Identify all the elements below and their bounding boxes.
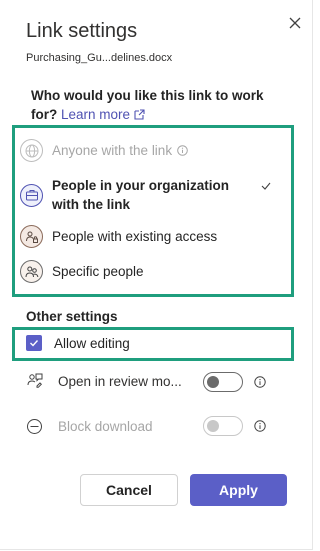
option-organization-label: People in your organization with the lin…	[52, 178, 230, 212]
option-anyone[interactable]: Anyone with the link	[20, 139, 280, 162]
allow-editing-checkbox[interactable]: Allow editing	[26, 335, 130, 351]
block-download-label: Block download	[58, 419, 153, 434]
info-icon[interactable]	[177, 145, 188, 156]
review-mode-toggle[interactable]	[203, 372, 243, 392]
review-icon	[27, 373, 43, 388]
other-settings-heading: Other settings	[26, 309, 118, 324]
file-name: Purchasing_Gu...delines.docx	[26, 52, 173, 64]
link-settings-panel: Link settings Purchasing_Gu...delines.do…	[0, 0, 313, 550]
external-link-icon	[134, 109, 145, 120]
people-lock-icon	[20, 225, 43, 248]
option-existing-access-label: People with existing access	[52, 229, 218, 244]
option-specific-people-label: Specific people	[52, 264, 144, 279]
option-anyone-label: Anyone with the link	[52, 143, 173, 158]
learn-more-link[interactable]: Learn more	[61, 107, 146, 122]
briefcase-icon	[20, 183, 43, 207]
cancel-button[interactable]: Cancel	[80, 474, 178, 506]
toggle-knob	[207, 420, 219, 432]
learn-more-label: Learn more	[61, 107, 131, 122]
option-organization[interactable]: People in your organization with the lin…	[20, 176, 280, 214]
apply-button[interactable]: Apply	[190, 474, 287, 506]
checkmark-icon	[261, 182, 271, 190]
block-download-setting: Block download	[26, 418, 206, 435]
block-icon	[27, 419, 42, 434]
close-icon[interactable]	[284, 12, 306, 34]
checkbox-checked-icon	[26, 335, 42, 351]
option-specific-people[interactable]: Specific people	[20, 260, 280, 283]
info-icon[interactable]	[254, 420, 266, 432]
allow-editing-label: Allow editing	[54, 335, 130, 351]
globe-icon	[20, 139, 43, 162]
block-download-toggle[interactable]	[203, 416, 243, 436]
people-icon	[20, 260, 43, 283]
info-icon[interactable]	[254, 376, 266, 388]
toggle-knob	[207, 376, 219, 388]
audience-question: Who would you like this link to work for…	[31, 86, 291, 124]
review-mode-label: Open in review mo...	[58, 373, 182, 389]
dialog-title: Link settings	[26, 20, 138, 42]
option-existing-access[interactable]: People with existing access	[20, 225, 280, 248]
review-mode-setting: Open in review mo...	[26, 372, 206, 390]
